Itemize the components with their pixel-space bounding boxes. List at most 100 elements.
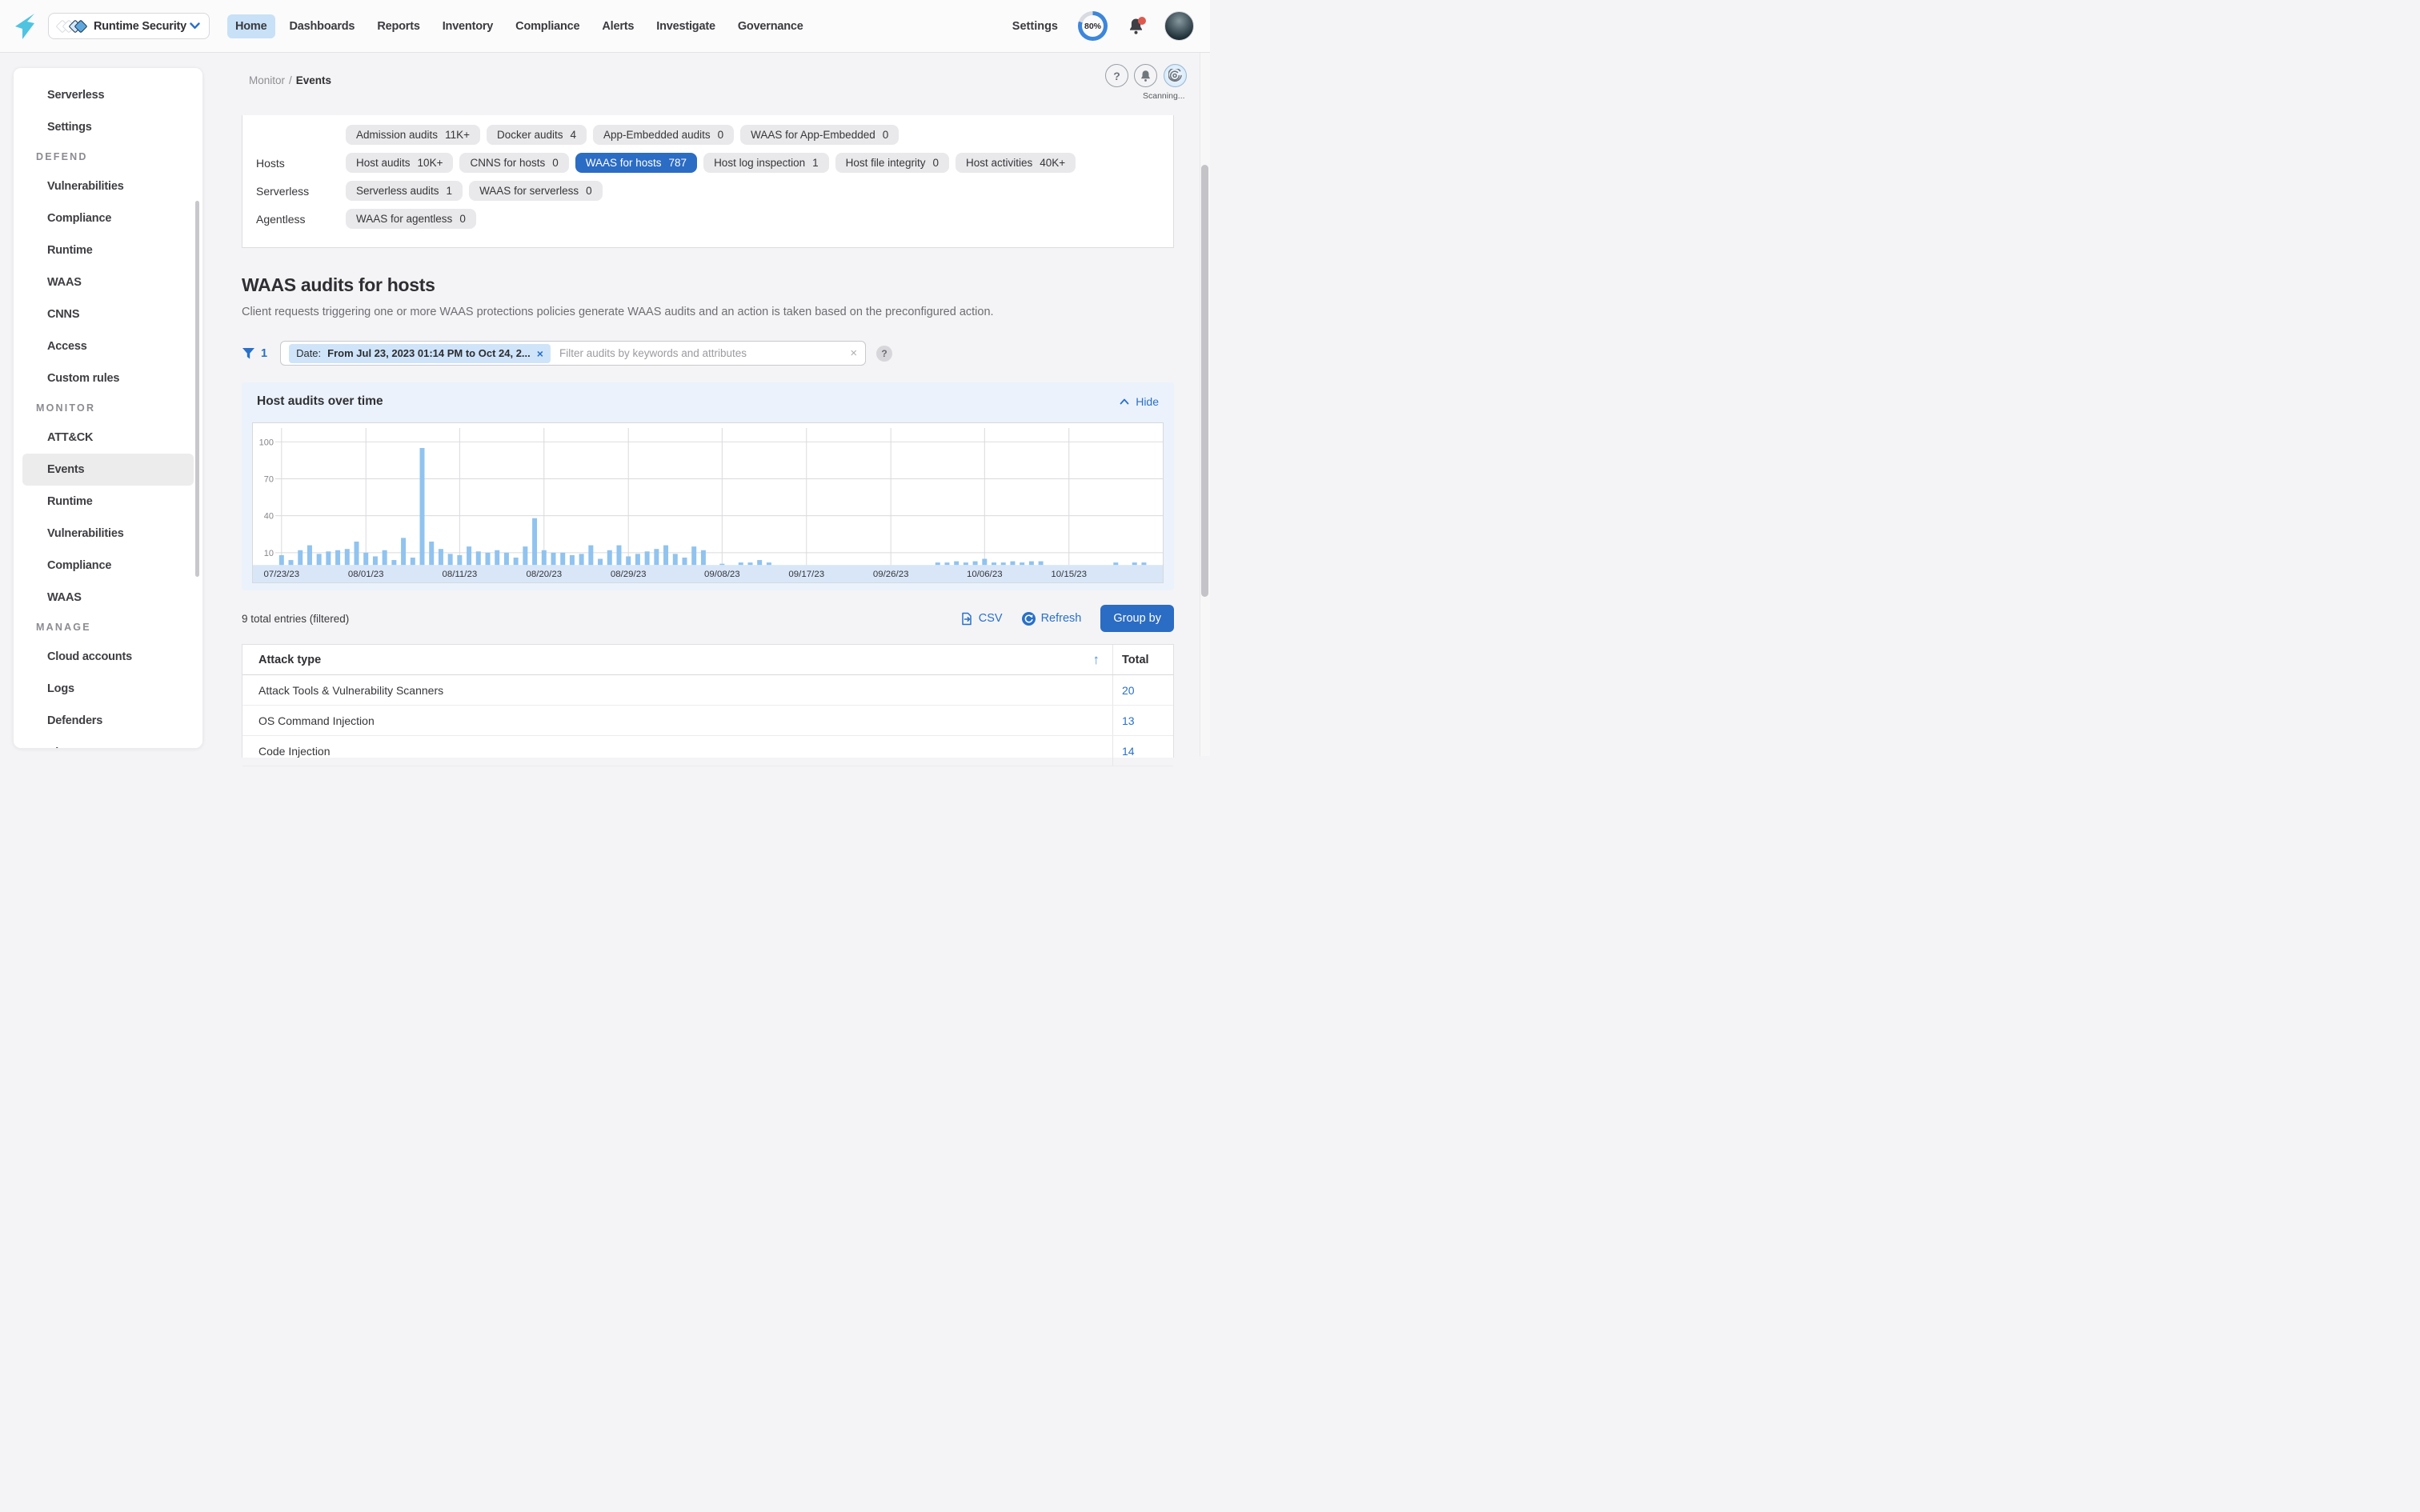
svg-text:08/20/23: 08/20/23: [526, 570, 562, 579]
attack-type-cell: Attack Tools & Vulnerability Scanners: [242, 675, 1112, 705]
breadcrumb-separator: /: [289, 74, 292, 86]
chip-count: 0: [883, 129, 889, 141]
audit-chip-serverless-audits[interactable]: Serverless audits1: [346, 181, 463, 201]
sort-ascending-icon[interactable]: ↑: [1093, 652, 1100, 668]
app-window: Runtime Security Home DashboardsReports In…: [0, 0, 1210, 756]
sidebar-item-vulnerabilities[interactable]: Vulnerabilities: [14, 518, 202, 550]
svg-text:08/01/23: 08/01/23: [348, 570, 384, 579]
filter-input-placeholder: Filter audits by keywords and attributes: [559, 347, 747, 359]
table-row[interactable]: Attack Tools & Vulnerability Scanners 20: [242, 675, 1173, 706]
audit-chip-host-audits[interactable]: Host audits10K+: [346, 153, 453, 173]
nav-home[interactable]: Home: [227, 14, 275, 38]
sidebar-item-defenders[interactable]: Defenders: [14, 705, 202, 737]
sidebar-item-runtime[interactable]: Runtime: [14, 234, 202, 266]
clear-filter-icon[interactable]: ×: [850, 346, 857, 360]
audit-chip-cnns-for-hosts[interactable]: CNNS for hosts0: [459, 153, 568, 173]
audit-categories-panel: Admission audits11K+ Docker audits4 App-Em…: [242, 115, 1174, 248]
refresh-button[interactable]: Refresh: [1022, 612, 1082, 626]
sidebar-item-runtime[interactable]: Runtime: [14, 486, 202, 518]
audit-chip-host-activities[interactable]: Host activities40K+: [956, 153, 1076, 173]
table-row[interactable]: OS Command Injection 13: [242, 706, 1173, 736]
nav-governance[interactable]: Governance: [730, 14, 811, 38]
sidebar-scrollbar[interactable]: [195, 201, 199, 577]
sidebar-item-alerts[interactable]: Alerts: [14, 737, 202, 749]
nav-dashboards[interactable]: Dashboards: [282, 14, 363, 38]
audit-chip-group: Host audits10K+ CNNS for hosts0 WAAS for h…: [346, 153, 1076, 173]
audit-chip-waas-for-app-embedded[interactable]: WAAS for App-Embedded 0: [740, 125, 899, 145]
audit-chip-waas-for-agentless[interactable]: WAAS for agentless0: [346, 209, 476, 229]
export-csv-button[interactable]: CSV: [960, 612, 1003, 626]
audit-chip-waas-for-hosts[interactable]: WAAS for hosts787: [575, 153, 697, 173]
table-body: Attack Tools & Vulnerability Scanners 20 O…: [242, 675, 1173, 766]
attack-type-cell: OS Command Injection: [242, 706, 1112, 735]
nav-alerts[interactable]: Alerts: [594, 14, 642, 38]
sidebar-item-compliance[interactable]: Compliance: [14, 550, 202, 582]
date-chip-prefix: Date:: [296, 347, 321, 359]
filter-input[interactable]: Date: From Jul 23, 2023 01:14 PM to Oct …: [280, 341, 866, 366]
chip-count: 0: [586, 185, 592, 197]
breadcrumb-current: Events: [296, 74, 331, 86]
chip-label: Host activities: [966, 157, 1032, 169]
audit-chip-waas-for-serverless[interactable]: WAAS for serverless0: [469, 181, 603, 201]
notifications-bell-icon[interactable]: [1128, 18, 1144, 35]
top-bar-right: Settings 80%: [1012, 11, 1194, 41]
column-header-attack-type[interactable]: Attack type ↑: [242, 645, 1112, 674]
sidebar-item-custom-rules[interactable]: Custom rules: [14, 362, 202, 394]
chip-label: WAAS for App-Embedded: [751, 129, 875, 141]
sidebar-item-compliance[interactable]: Compliance: [14, 202, 202, 234]
product-switcher[interactable]: Runtime Security: [48, 13, 210, 39]
sidebar-item-events[interactable]: Events: [22, 454, 194, 486]
audit-chip-admission-audits[interactable]: Admission audits11K+: [346, 125, 480, 145]
nav-investigate[interactable]: Investigate: [648, 14, 723, 38]
audit-chip-app-embedded-audits[interactable]: App-Embedded audits0: [593, 125, 734, 145]
chart-panel-header: Host audits over time Hide: [242, 382, 1174, 421]
help-icon[interactable]: ?: [1105, 64, 1128, 87]
filter-funnel-icon[interactable]: [242, 347, 255, 360]
sidebar-item-waas[interactable]: WAAS: [14, 266, 202, 298]
total-link[interactable]: 13: [1122, 714, 1135, 727]
chevron-up-icon: [1120, 398, 1129, 405]
nav-compliance[interactable]: Compliance: [507, 14, 587, 38]
chip-count: 0: [932, 157, 939, 169]
sidebar-item-logs[interactable]: Logs: [14, 673, 202, 705]
audit-chip-docker-audits[interactable]: Docker audits4: [487, 125, 587, 145]
brand-logo-icon[interactable]: [14, 13, 35, 40]
product-switcher-label: Runtime Security: [94, 20, 186, 33]
sidebar-item-settings[interactable]: Settings: [14, 111, 202, 143]
nav-inventory[interactable]: Inventory: [435, 14, 501, 38]
audit-chip-host-file-integrity[interactable]: Host file integrity0: [835, 153, 949, 173]
sidebar-item-access[interactable]: Access: [14, 330, 202, 362]
sidebar-item-cloud-accounts[interactable]: Cloud accounts: [14, 641, 202, 673]
sidebar-list: ServerlessSettingsDEFENDVulnerabilitiesC…: [14, 79, 202, 749]
alerts-bell-icon[interactable]: [1134, 64, 1157, 87]
chip-count: 1: [812, 157, 819, 169]
sidebar-item-serverless[interactable]: Serverless: [14, 79, 202, 111]
page-scrollbar-thumb[interactable]: [1201, 165, 1208, 597]
settings-link[interactable]: Settings: [1012, 20, 1058, 33]
total-link[interactable]: 14: [1122, 745, 1135, 758]
attack-type-header-label: Attack type: [258, 654, 321, 666]
total-header-label: Total: [1122, 654, 1149, 666]
breadcrumb-parent[interactable]: Monitor: [249, 74, 285, 86]
date-filter-chip[interactable]: Date: From Jul 23, 2023 01:14 PM to Oct …: [289, 344, 551, 363]
svg-text:10/06/23: 10/06/23: [967, 570, 1003, 579]
primary-nav: Home DashboardsReports InventoryCompliance…: [227, 14, 811, 38]
sidebar-item-att-ck[interactable]: ATT&CK: [14, 422, 202, 454]
table-row[interactable]: Code Injection14: [242, 736, 1173, 766]
remove-date-filter-icon[interactable]: ×: [537, 347, 543, 360]
audit-chip-host-log-inspection[interactable]: Host log inspection1: [703, 153, 829, 173]
svg-text:09/26/23: 09/26/23: [873, 570, 909, 579]
column-header-total[interactable]: Total: [1112, 645, 1173, 674]
group-by-button[interactable]: Group by: [1100, 605, 1174, 632]
total-link[interactable]: 20: [1122, 684, 1135, 697]
sidebar-item-vulnerabilities[interactable]: Vulnerabilities: [14, 170, 202, 202]
filter-help-icon[interactable]: ?: [876, 346, 892, 362]
user-avatar[interactable]: [1164, 11, 1194, 41]
nav-reports[interactable]: Reports: [369, 14, 427, 38]
progress-ring[interactable]: 80%: [1078, 11, 1108, 41]
scanning-status-icon[interactable]: [1164, 64, 1187, 87]
audit-chip-group: Admission audits11K+ Docker audits4 App-Em…: [346, 125, 899, 145]
sidebar-item-cnns[interactable]: CNNS: [14, 298, 202, 330]
sidebar-item-waas[interactable]: WAAS: [14, 582, 202, 614]
hide-chart-button[interactable]: Hide: [1120, 395, 1159, 408]
